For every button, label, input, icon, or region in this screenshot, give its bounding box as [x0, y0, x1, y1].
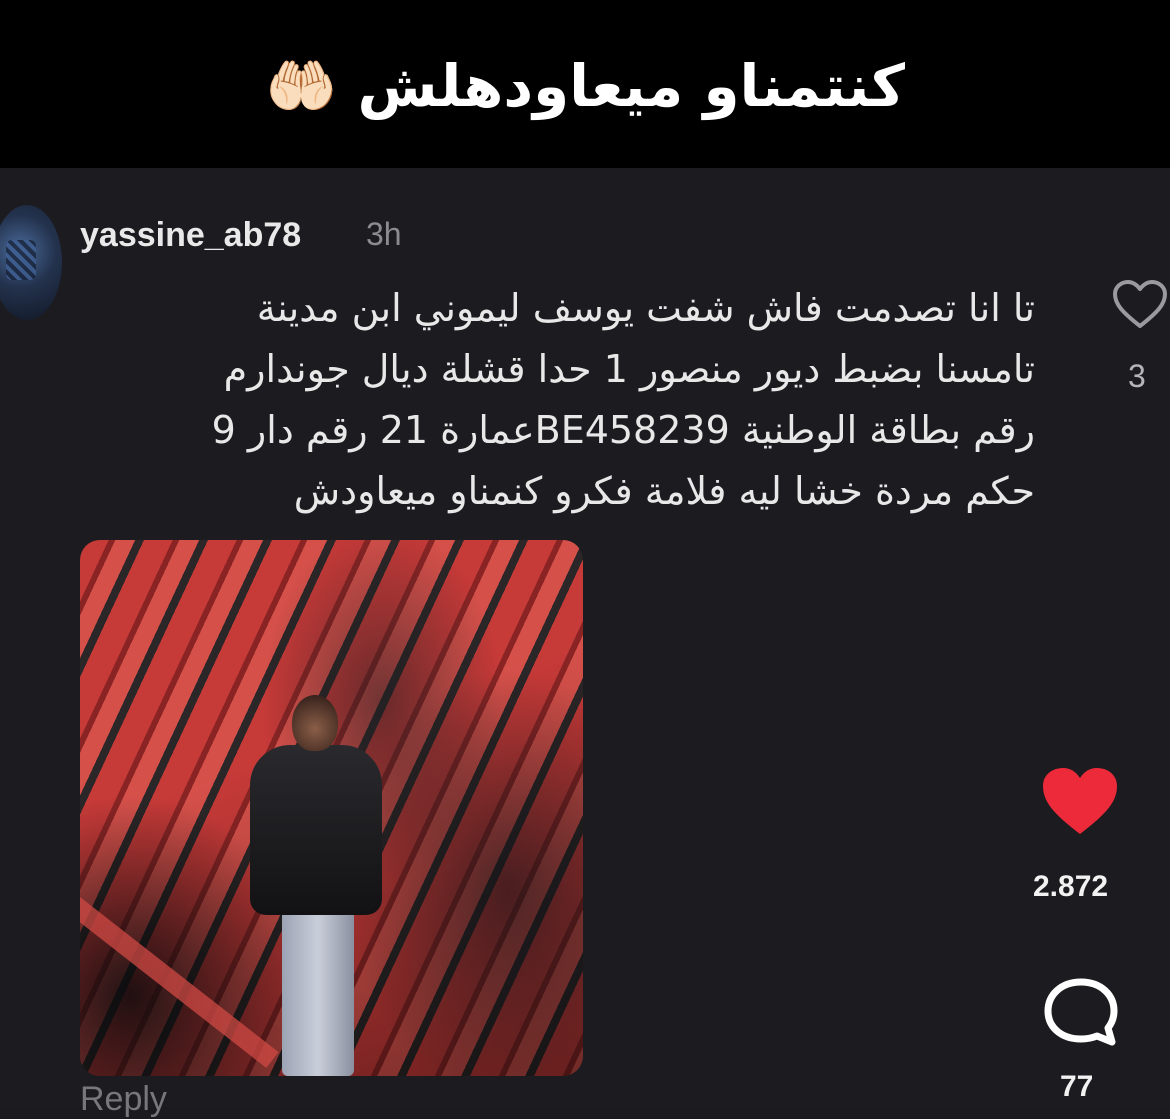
comment-username[interactable]: yassine_ab78	[80, 216, 301, 255]
comment-timestamp: 3h	[366, 216, 402, 252]
attached-photo[interactable]	[80, 540, 583, 1076]
top-banner: كنتمناو ميعاودهلش 🤲🏻	[0, 0, 1170, 168]
comment-body: تا انا تصدمت فاش شفت يوسف ليموني ابن مدي…	[70, 278, 1035, 522]
reply-link[interactable]: Reply	[80, 1080, 167, 1119]
person-head	[292, 695, 338, 751]
photo-person	[250, 695, 390, 1076]
comment-line: تا انا تصدمت فاش شفت يوسف ليموني ابن مدي…	[256, 286, 1035, 330]
person-legs	[282, 905, 354, 1076]
heart-filled-icon[interactable]	[1040, 766, 1120, 838]
comment-line: حكم مردة خشا ليه فلامة فكرو كنمناو ميعاو…	[293, 469, 1035, 513]
comment-like-count: 3	[1128, 358, 1146, 394]
like-count: 2.872	[1033, 870, 1109, 903]
comment-line: تامسنا بضبط ديور منصور 1 حدا قشلة ديال ج…	[223, 347, 1035, 391]
comment-bubble-icon[interactable]	[1042, 976, 1120, 1048]
person-jacket	[250, 745, 382, 915]
comment-line: رقم بطاقة الوطنية BE458239عمارة 21 رقم د…	[211, 408, 1035, 452]
comment-count: 77	[1060, 1070, 1094, 1103]
heart-outline-icon[interactable]	[1112, 280, 1168, 330]
banner-caption: كنتمناو ميعاودهلش 🤲🏻	[265, 52, 905, 120]
